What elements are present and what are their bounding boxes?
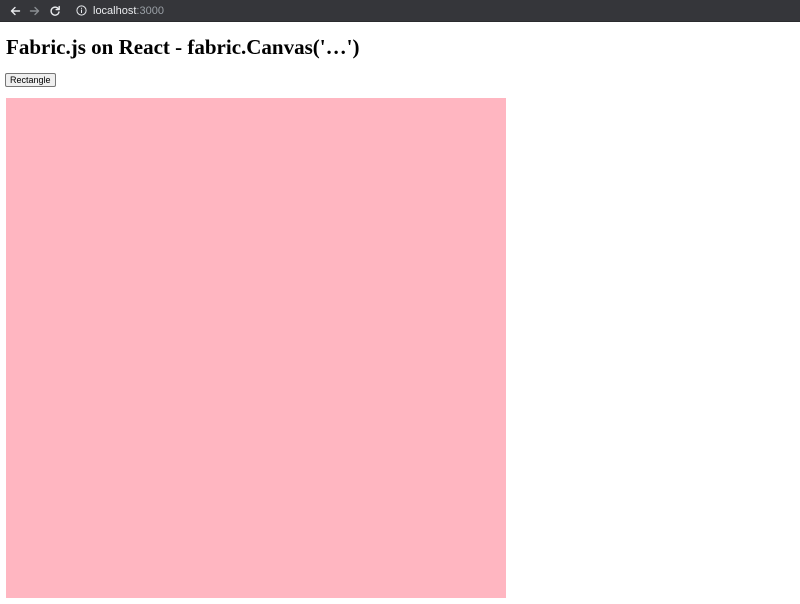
page-content: Fabric.js on React - fabric.Canvas('…') … — [0, 22, 800, 604]
forward-arrow-icon[interactable] — [28, 4, 42, 18]
page-title: Fabric.js on React - fabric.Canvas('…') — [6, 35, 360, 59]
rectangle-button[interactable]: Rectangle — [5, 73, 56, 87]
address-bar[interactable]: localhost:3000 — [76, 5, 164, 17]
back-arrow-icon[interactable] — [8, 4, 22, 18]
info-icon[interactable] — [76, 5, 87, 16]
url-host: localhost — [93, 4, 137, 17]
reload-icon[interactable] — [48, 4, 62, 18]
url-port: :3000 — [136, 4, 164, 17]
fabric-canvas[interactable] — [6, 98, 506, 598]
browser-toolbar: localhost:3000 — [0, 0, 800, 22]
